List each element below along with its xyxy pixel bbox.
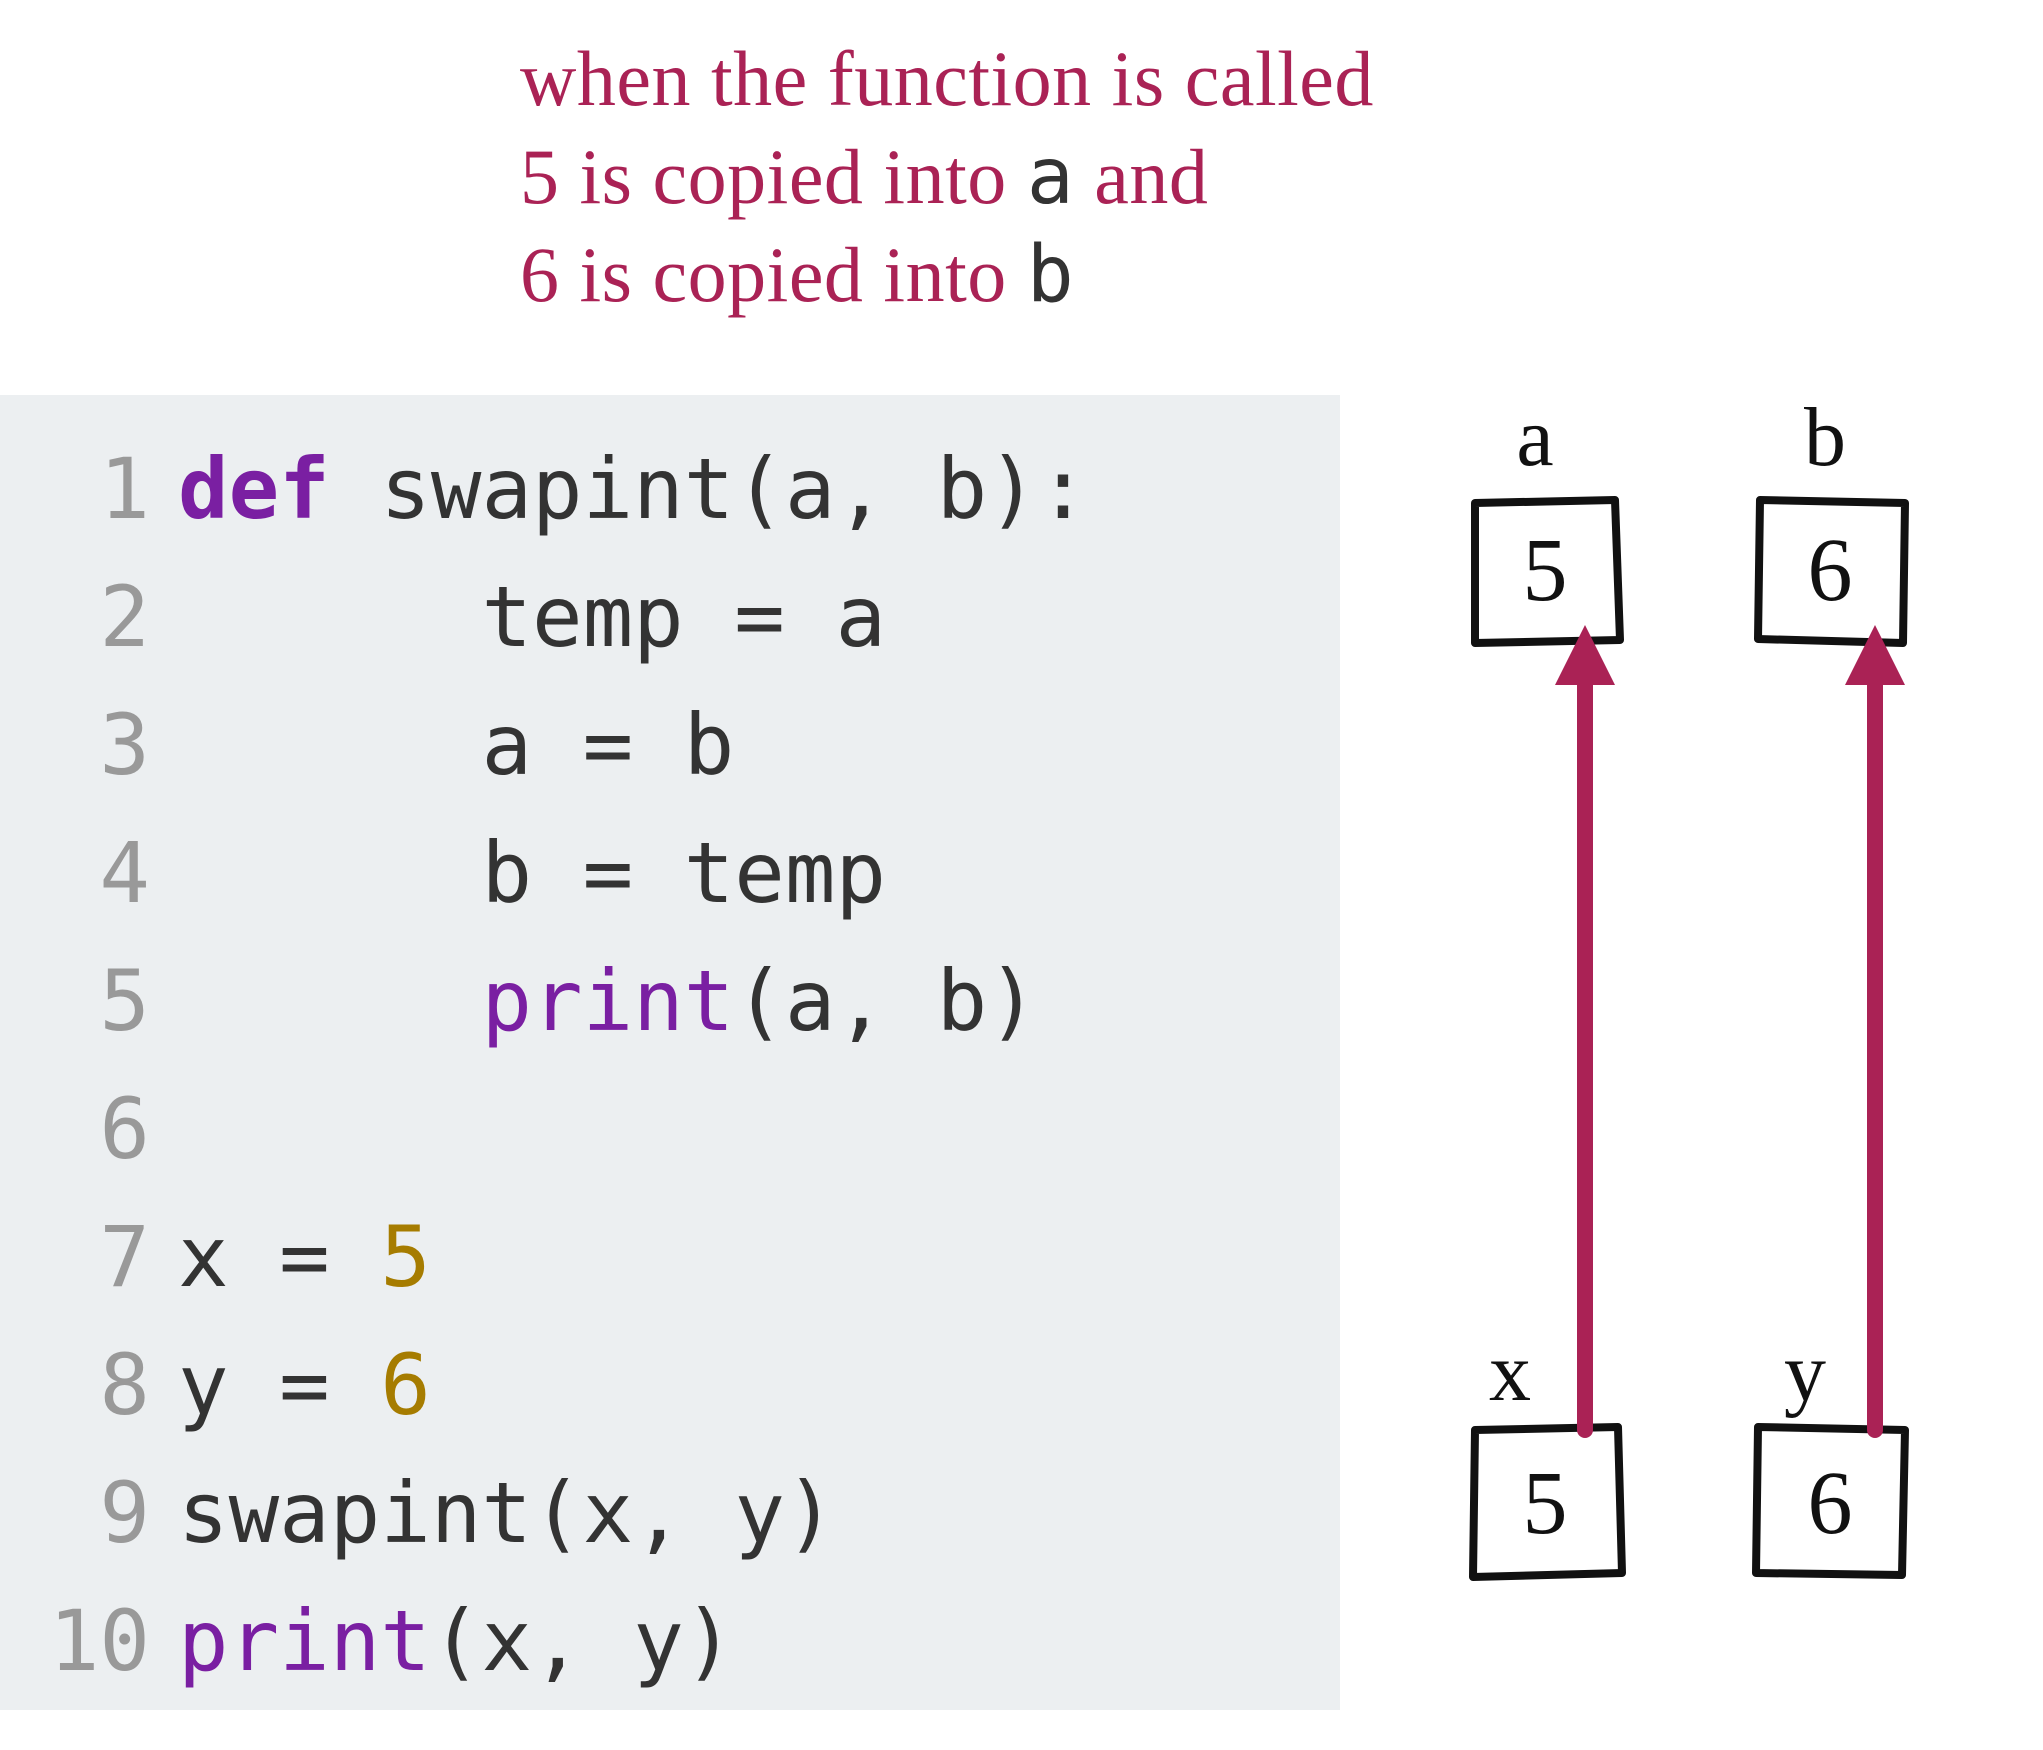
code-token (178, 952, 481, 1050)
code-line: 9swapint(x, y) (30, 1449, 1310, 1577)
code-token: ( (734, 952, 785, 1050)
code-line: 8y = 6 (30, 1321, 1310, 1449)
code-content: a = b (178, 681, 734, 809)
code-token: x (481, 1592, 532, 1690)
code-token: ) (684, 1592, 735, 1690)
code-token: ) (785, 1464, 836, 1562)
code-token: a (785, 440, 836, 538)
code-token: x (178, 1208, 229, 1306)
code-token: print (178, 1592, 431, 1690)
line-number: 7 (30, 1193, 178, 1321)
code-content: print(x, y) (178, 1577, 734, 1705)
annotation-line-1: when the function is called (520, 30, 1374, 128)
annotation: when the function is called 5 is copied … (520, 30, 1374, 325)
code-token (178, 568, 481, 666)
code-token: , (532, 1592, 633, 1690)
code-token: = (684, 568, 836, 666)
code-content: temp = a (178, 553, 886, 681)
code-token: x (583, 1464, 634, 1562)
line-number: 4 (30, 809, 178, 937)
code-token: = (229, 1208, 381, 1306)
code-token: b (481, 824, 532, 922)
label-a: a (1516, 395, 1553, 484)
code-token: , (633, 1464, 734, 1562)
code-content: b = temp (178, 809, 886, 937)
code-line: 4 b = temp (30, 809, 1310, 937)
code-token: a (835, 568, 886, 666)
arrow-y-to-b (1845, 625, 1905, 1430)
line-number: 8 (30, 1321, 178, 1449)
code-token: ( (431, 1592, 482, 1690)
code-line: 5 print(a, b) (30, 937, 1310, 1065)
annotation-line-3: 6 is copied into b (520, 226, 1374, 325)
code-line: 7x = 5 (30, 1193, 1310, 1321)
code-token: temp (684, 824, 886, 922)
code-content: def swapint(a, b): (178, 425, 1088, 553)
code-token: a (785, 952, 836, 1050)
code-token: , (835, 952, 936, 1050)
code-token: ( (532, 1464, 583, 1562)
code-token (178, 696, 481, 794)
line-number: 1 (30, 425, 178, 553)
code-token: temp (481, 568, 683, 666)
line-number: 2 (30, 553, 178, 681)
box-a-value: 5 (1523, 521, 1568, 620)
code-token: 6 (380, 1336, 431, 1434)
code-token: ): (987, 440, 1088, 538)
code-token: print (481, 952, 734, 1050)
code-token (178, 824, 481, 922)
memory-diagram: a b 5 6 x y 5 6 (1380, 395, 2020, 1710)
code-line: 3 a = b (30, 681, 1310, 809)
box-y-value: 6 (1808, 1454, 1853, 1553)
code-token: ) (987, 952, 1038, 1050)
code-token: ( (734, 440, 785, 538)
code-line: 1def swapint(a, b): (30, 425, 1310, 553)
label-b: b (1804, 395, 1846, 484)
line-number: 9 (30, 1449, 178, 1577)
line-number: 3 (30, 681, 178, 809)
code-token: swapint (178, 1464, 532, 1562)
code-token: , (835, 440, 936, 538)
code-token: = (229, 1336, 381, 1434)
code-token: = (532, 824, 684, 922)
code-token: b (937, 440, 988, 538)
code-token: y (734, 1464, 785, 1562)
annotation-var-b: b (1027, 230, 1074, 320)
code-token: b (684, 696, 735, 794)
label-x: x (1489, 1326, 1531, 1419)
code-content: print(a, b) (178, 937, 1038, 1065)
code-line: 2 temp = a (30, 553, 1310, 681)
code-content: swapint(x, y) (178, 1449, 835, 1577)
code-token: y (178, 1336, 229, 1434)
code-content: x = 5 (178, 1193, 431, 1321)
annotation-line-2: 5 is copied into a and (520, 128, 1374, 227)
annotation-var-a: a (1027, 132, 1074, 222)
code-token: a (481, 696, 532, 794)
box-x-value: 5 (1523, 1454, 1568, 1553)
code-token: def (178, 440, 380, 538)
code-token: y (633, 1592, 684, 1690)
line-number: 6 (30, 1065, 178, 1193)
code-token: b (937, 952, 988, 1050)
code-line: 10print(x, y) (30, 1577, 1310, 1705)
label-y: y (1784, 1326, 1826, 1419)
box-b-value: 6 (1808, 521, 1853, 620)
code-content: y = 6 (178, 1321, 431, 1449)
page: when the function is called 5 is copied … (0, 0, 2043, 1750)
code-token: 5 (380, 1208, 431, 1306)
code-block: 1def swapint(a, b):2 temp = a3 a = b4 b … (0, 395, 1340, 1710)
code-line: 6 (30, 1065, 1310, 1193)
line-number: 10 (30, 1577, 178, 1705)
code-token: = (532, 696, 684, 794)
line-number: 5 (30, 937, 178, 1065)
arrow-x-to-a (1555, 625, 1615, 1430)
code-token: swapint (380, 440, 734, 538)
